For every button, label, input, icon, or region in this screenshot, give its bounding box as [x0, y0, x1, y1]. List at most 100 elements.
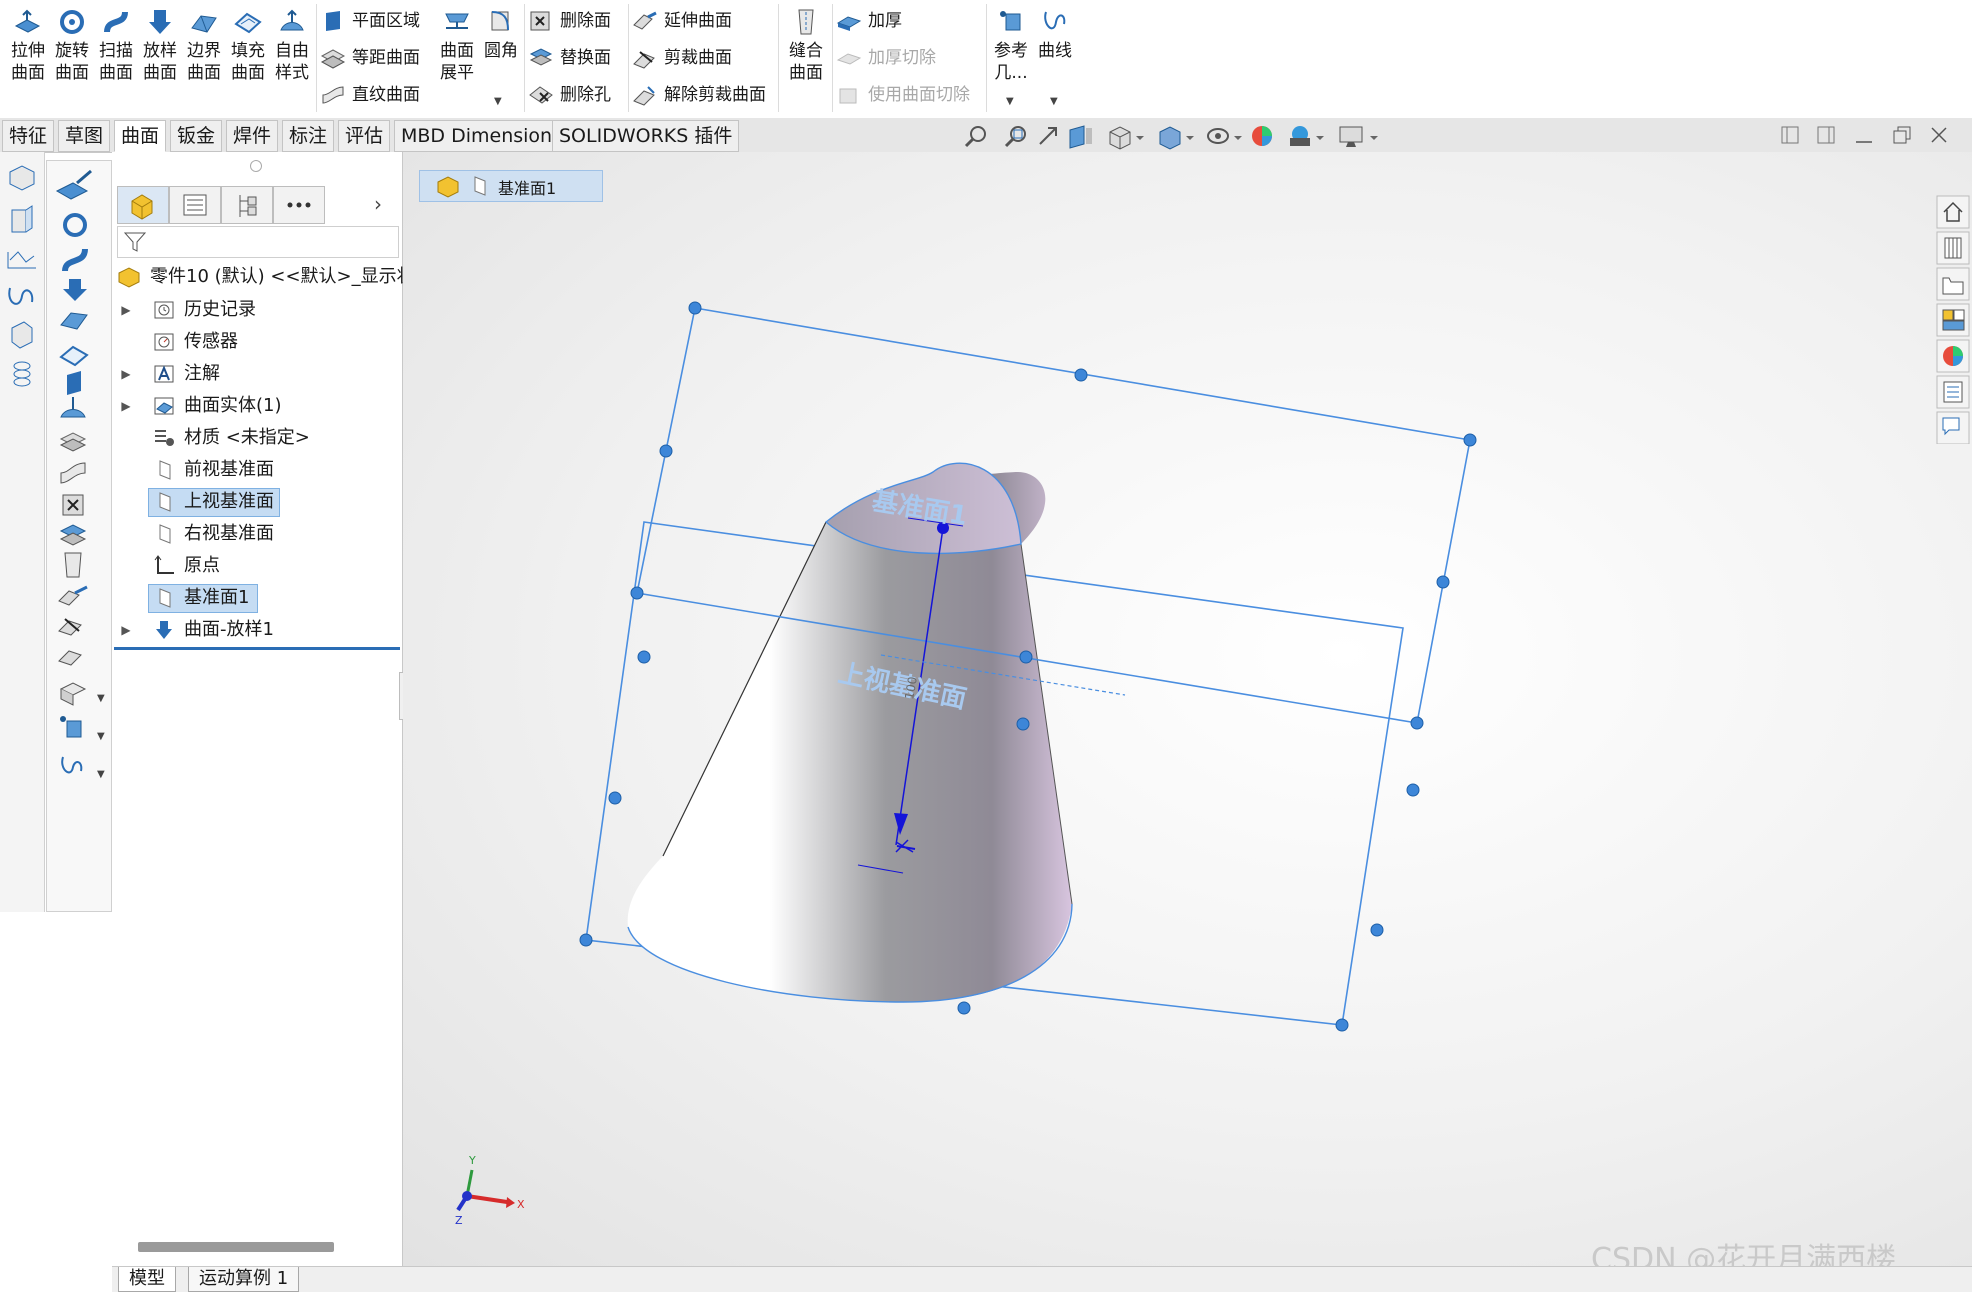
- thicken-button[interactable]: 加厚: [836, 6, 902, 36]
- offset-surface-icon[interactable]: [59, 432, 87, 452]
- rollback-bar[interactable]: [114, 647, 400, 650]
- tab-weldments[interactable]: 焊件: [226, 120, 279, 152]
- tab-more[interactable]: [273, 186, 325, 224]
- trim-surface-button[interactable]: 剪裁曲面: [632, 43, 732, 73]
- tab-configuration-manager[interactable]: [221, 186, 273, 224]
- reference-geometry-button[interactable]: 参考 几...: [990, 6, 1032, 96]
- planar-surface-button[interactable]: 平面区域: [320, 6, 420, 36]
- tab-mbd-dimensions[interactable]: MBD Dimensions: [394, 120, 569, 152]
- expand-arrow-icon[interactable]: ▶: [120, 615, 132, 645]
- loft-surface-button[interactable]: 放样 曲面: [138, 6, 182, 96]
- thicken-icon[interactable]: [59, 682, 87, 706]
- revolve-surface-icon[interactable]: [63, 213, 87, 237]
- freeform-icon[interactable]: [60, 397, 86, 418]
- tab-evaluate[interactable]: 评估: [338, 120, 391, 152]
- dropdown-arrow-icon[interactable]: ▼: [494, 96, 502, 107]
- panel-left-icon[interactable]: [1781, 126, 1799, 144]
- tree-item-right-plane[interactable]: 右视基准面: [112, 519, 402, 549]
- tree-item-annotations[interactable]: ▶ 注解: [112, 359, 402, 389]
- tab-solidworks-addins[interactable]: SOLIDWORKS 插件: [552, 120, 740, 152]
- file-explorer-icon[interactable]: [1936, 267, 1970, 301]
- dropdown-arrow-icon[interactable]: ▼: [97, 693, 105, 704]
- curves-button[interactable]: 曲线: [1034, 6, 1076, 96]
- tree-item-plane1[interactable]: 基准面1: [112, 583, 402, 613]
- graphics-area[interactable]: 基准面1 基准面1 上视基准面 100 X Y Z CSDN @花开月满西楼: [403, 152, 1972, 1277]
- loft-surface-body[interactable]: [627, 462, 1073, 1003]
- home-icon[interactable]: [1936, 195, 1970, 229]
- untrim-surface-icon[interactable]: [58, 650, 82, 666]
- panel-collapse-handle[interactable]: [250, 160, 262, 172]
- dropdown-arrow-icon[interactable]: ▼: [97, 769, 105, 780]
- view-cube-icon[interactable]: [9, 165, 35, 191]
- planar-surface-icon[interactable]: [67, 371, 81, 395]
- fill-surface-button[interactable]: 填充 曲面: [226, 6, 270, 96]
- tab-features[interactable]: 特征: [2, 120, 55, 152]
- zoom-to-area-icon[interactable]: [1004, 126, 1026, 148]
- tab-motion-study[interactable]: 运动算例 1: [188, 1267, 300, 1292]
- flatten-surface-button[interactable]: 曲面 展平: [434, 6, 480, 96]
- helix-icon[interactable]: [13, 361, 31, 387]
- extrude-surface-icon[interactable]: [55, 169, 92, 200]
- tree-item-surface-bodies[interactable]: ▶ 曲面实体(1): [112, 391, 402, 421]
- trim-surface-icon[interactable]: [58, 618, 82, 636]
- knit-surface-icon[interactable]: [64, 552, 82, 578]
- fill-surface-icon[interactable]: [59, 345, 89, 367]
- reference-geometry-icon[interactable]: [60, 716, 82, 738]
- tree-item-history[interactable]: ▶ 历史记录: [112, 295, 402, 325]
- tree-item-material[interactable]: 材质 <未指定>: [112, 423, 402, 453]
- appearances-icon[interactable]: [1936, 339, 1970, 373]
- knit-surface-button[interactable]: 缝合 曲面: [784, 6, 828, 96]
- extend-surface-button[interactable]: 延伸曲面: [632, 6, 732, 36]
- tab-markup[interactable]: 标注: [282, 120, 335, 152]
- tab-model[interactable]: 模型: [118, 1267, 176, 1292]
- view-palette-icon[interactable]: [1936, 303, 1970, 337]
- dropdown-arrow-icon[interactable]: ▼: [1006, 96, 1014, 107]
- tree-item-front-plane[interactable]: 前视基准面: [112, 455, 402, 485]
- ruled-surface-icon[interactable]: [60, 462, 86, 484]
- hide-show-items-icon[interactable]: [1207, 128, 1242, 144]
- tree-item-top-plane[interactable]: 上视基准面: [112, 487, 402, 517]
- measure-icon[interactable]: [11, 321, 33, 349]
- restore-icon[interactable]: [1893, 126, 1911, 144]
- freeform-button[interactable]: 自由 样式: [270, 6, 314, 96]
- delete-face-icon[interactable]: [62, 494, 84, 516]
- offset-surface-button[interactable]: 等距曲面: [320, 43, 420, 73]
- dropdown-arrow-icon[interactable]: ▼: [97, 731, 105, 742]
- custom-properties-icon[interactable]: [1936, 375, 1970, 409]
- design-library-icon[interactable]: [1936, 231, 1970, 265]
- panel-right-icon[interactable]: [1817, 126, 1835, 144]
- ruled-surface-button[interactable]: 直纹曲面: [320, 80, 420, 110]
- delete-face-button[interactable]: 删除面: [528, 6, 611, 36]
- tree-item-origin[interactable]: 原点: [112, 551, 402, 581]
- tab-surfaces[interactable]: 曲面: [114, 120, 167, 152]
- fillet-button[interactable]: 圆角: [480, 6, 522, 96]
- loft-surface-icon[interactable]: [63, 279, 87, 301]
- tab-property-manager[interactable]: [169, 186, 221, 224]
- tree-item-sensors[interactable]: 传感器: [112, 327, 402, 357]
- tree-filter-box[interactable]: [117, 226, 399, 258]
- replace-face-icon[interactable]: [59, 524, 87, 546]
- sketch-icon[interactable]: [7, 251, 36, 269]
- replace-face-button[interactable]: 替换面: [528, 43, 611, 73]
- section-icon[interactable]: [11, 205, 33, 233]
- display-style-icon[interactable]: [1159, 126, 1194, 150]
- previous-view-icon[interactable]: [1039, 127, 1057, 145]
- extrude-surface-button[interactable]: 拉伸 曲面: [6, 6, 50, 96]
- tab-feature-tree[interactable]: [117, 186, 169, 224]
- view-orientation-icon[interactable]: [1109, 126, 1144, 150]
- forum-icon[interactable]: [1936, 411, 1970, 444]
- sweep-surface-button[interactable]: 扫描 曲面: [94, 6, 138, 96]
- view-settings-icon[interactable]: [1339, 126, 1378, 147]
- expand-arrow-icon[interactable]: ▶: [120, 295, 132, 325]
- revolve-surface-button[interactable]: 旋转 曲面: [50, 6, 94, 96]
- chevron-right-icon[interactable]: ›: [374, 192, 382, 216]
- boundary-surface-icon[interactable]: [60, 312, 88, 330]
- extend-surface-icon[interactable]: [58, 585, 88, 606]
- delete-hole-button[interactable]: 删除孔: [528, 80, 611, 110]
- tab-sheet-metal[interactable]: 钣金: [170, 120, 223, 152]
- tab-sketch[interactable]: 草图: [58, 120, 111, 152]
- dropdown-arrow-icon[interactable]: ▼: [1050, 96, 1058, 107]
- sweep-surface-icon[interactable]: [62, 248, 88, 272]
- expand-arrow-icon[interactable]: ▶: [120, 359, 132, 389]
- tree-root-part[interactable]: 零件10 (默认) <<默认>_显示状: [112, 262, 415, 292]
